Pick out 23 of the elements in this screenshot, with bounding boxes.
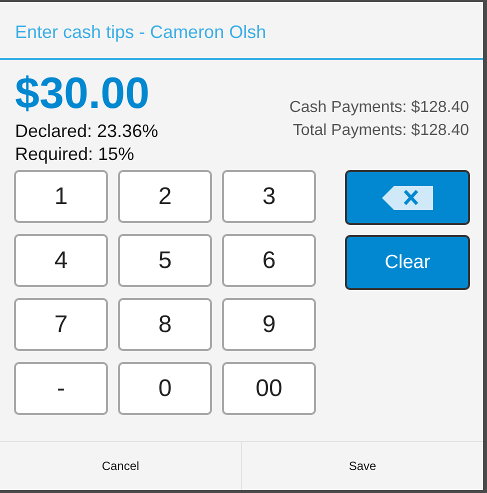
tip-amount: $30.00 (15, 68, 151, 120)
keypad-key[interactable]: 4 (14, 234, 108, 287)
dialog-title: Enter cash tips - Cameron Olsh (0, 2, 483, 60)
keypad-key[interactable]: 8 (118, 298, 212, 351)
declared-text: Declared: 23.36% (15, 120, 158, 143)
payment-total: Cash Payments: $128.40 (289, 98, 469, 118)
keypad-key[interactable]: 7 (14, 298, 108, 351)
dialog-button[interactable]: Cancel (0, 442, 241, 490)
keypad-key[interactable]: 9 (222, 298, 316, 351)
keypad-key[interactable]: 3 (222, 170, 316, 223)
backspace-button[interactable] (345, 170, 470, 225)
keypad-key[interactable]: 6 (222, 234, 316, 287)
keypad-key[interactable]: 1 (14, 170, 108, 223)
keypad-key[interactable]: 5 (118, 234, 212, 287)
keypad-key[interactable]: 00 (222, 362, 316, 415)
backspace-icon (382, 184, 434, 210)
payment-total: Total Payments: $128.40 (292, 121, 469, 141)
clear-button[interactable]: Clear (345, 235, 470, 290)
dialog-button[interactable]: Save (241, 442, 483, 490)
keypad-key[interactable]: - (14, 362, 108, 415)
keypad-key[interactable]: 2 (118, 170, 212, 223)
keypad-key[interactable]: 0 (118, 362, 212, 415)
required-text: Required: 15% (15, 143, 136, 166)
